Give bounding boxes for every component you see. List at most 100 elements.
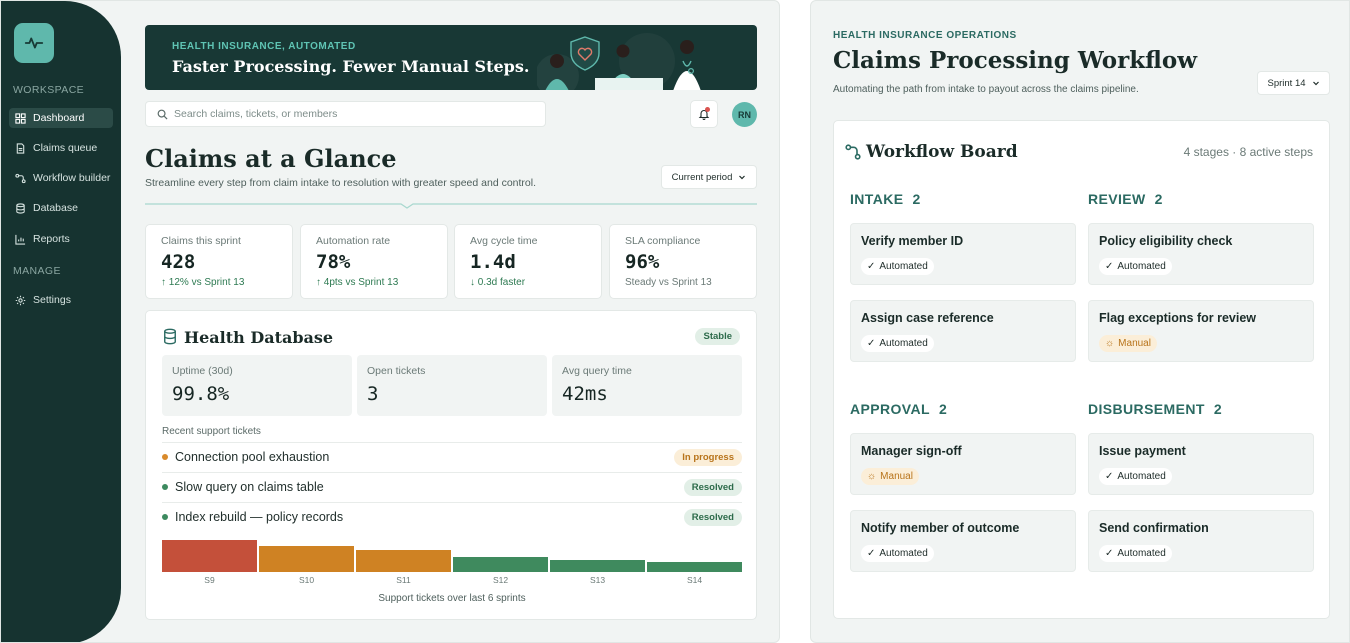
page-subtitle: Streamline every step from claim intake … bbox=[145, 177, 537, 189]
workflow-subtitle: Automating the path from intake to payou… bbox=[833, 84, 1139, 95]
sidebar-item-claims-queue[interactable]: Claims queue bbox=[9, 138, 113, 158]
kpi-label: Claims this sprint bbox=[161, 235, 241, 247]
pulse-icon bbox=[24, 37, 44, 49]
sidebar-item-label: Reports bbox=[33, 233, 70, 245]
database-icon bbox=[16, 202, 25, 214]
sidebar-item-database[interactable]: Database bbox=[9, 198, 113, 218]
ticket-title: Slow query on claims table bbox=[175, 480, 324, 494]
promo-banner: HEALTH INSURANCE, AUTOMATED Faster Proce… bbox=[145, 25, 757, 90]
gear-icon bbox=[15, 295, 26, 305]
kpi-label: Automation rate bbox=[316, 235, 391, 247]
ticket-row[interactable]: Connection pool exhaustion In progress bbox=[162, 442, 742, 471]
chart-icon bbox=[15, 234, 26, 245]
step-card[interactable]: Notify member of outcome ✓ Automated bbox=[850, 510, 1076, 572]
chevron-down-icon bbox=[1312, 81, 1319, 86]
step-card[interactable]: Send confirmation ✓ Automated bbox=[1088, 510, 1314, 572]
sidebar-item-label: Settings bbox=[33, 294, 71, 306]
check-icon: ✓ bbox=[1105, 471, 1114, 482]
ticket-status-dot bbox=[162, 514, 168, 520]
stage-count: 2 bbox=[912, 191, 921, 207]
kpi-avg-cycle-time: Avg cycle time 1.4d ↓ 0.3d faster bbox=[454, 224, 602, 299]
step-card[interactable]: Verify member ID ✓ Automated bbox=[850, 223, 1076, 285]
sidebar: WORKSPACE Dashboard Claims queue Workflo… bbox=[1, 1, 121, 642]
manual-icon: ☼ bbox=[867, 471, 877, 482]
chart-x-label: S13 bbox=[589, 575, 606, 585]
workflow-panel: HEALTH INSURANCE OPERATIONS Claims Proce… bbox=[810, 0, 1350, 643]
sidebar-item-reports[interactable]: Reports bbox=[9, 229, 113, 249]
stage-name: REVIEW bbox=[1088, 191, 1146, 207]
header-divider bbox=[145, 203, 757, 209]
ticket-row[interactable]: Slow query on claims table Resolved bbox=[162, 472, 742, 501]
ticket-row[interactable]: Index rebuild — policy records Resolved bbox=[162, 502, 742, 531]
stage-header-intake: INTAKE 2 bbox=[850, 191, 921, 207]
sprint-selector[interactable]: Sprint 14 bbox=[1257, 71, 1330, 95]
stat-value: 3 bbox=[367, 383, 379, 405]
sidebar-item-label: Workflow builder bbox=[33, 172, 111, 184]
ticket-status-dot bbox=[162, 454, 168, 460]
sidebar-item-label: Claims queue bbox=[33, 142, 98, 154]
step-mode-chip: ☼ Manual bbox=[861, 468, 919, 485]
chart-x-label: S14 bbox=[686, 575, 703, 585]
step-title: Assign case reference bbox=[861, 311, 994, 325]
stat-value: 99.8% bbox=[172, 383, 230, 405]
notifications-button[interactable] bbox=[690, 100, 718, 128]
step-mode: Automated bbox=[1117, 548, 1166, 559]
step-mode-chip: ✓ Automated bbox=[1099, 468, 1172, 485]
workflow-kicker: HEALTH INSURANCE OPERATIONS bbox=[833, 30, 1017, 41]
step-card[interactable]: Assign case reference ✓ Automated bbox=[850, 300, 1076, 362]
chart-bar-s9 bbox=[162, 540, 257, 572]
step-title: Send confirmation bbox=[1099, 521, 1209, 535]
kpi-delta: Steady vs Sprint 13 bbox=[625, 277, 712, 288]
manual-icon: ☼ bbox=[1105, 338, 1115, 349]
sidebar-section-manage: MANAGE bbox=[13, 265, 61, 277]
step-card[interactable]: Manager sign-off ☼ Manual bbox=[850, 433, 1076, 495]
step-mode: Manual bbox=[1118, 338, 1151, 349]
step-mode: Automated bbox=[1117, 261, 1166, 272]
kpi-sla-compliance: SLA compliance 96% Steady vs Sprint 13 bbox=[609, 224, 757, 299]
sidebar-item-workflow-builder[interactable]: Workflow builder bbox=[9, 168, 113, 188]
app-logo[interactable] bbox=[14, 23, 54, 63]
health-database-card: Health Database Stable Uptime (30d) 99.8… bbox=[145, 310, 757, 620]
grid-icon bbox=[15, 112, 26, 124]
period-selector[interactable]: Current period bbox=[661, 165, 757, 189]
workflow-icon bbox=[15, 173, 26, 183]
check-icon: ✓ bbox=[867, 548, 876, 559]
chart-bar-s14 bbox=[647, 562, 742, 572]
sidebar-item-settings[interactable]: Settings bbox=[9, 290, 113, 310]
search-bar[interactable] bbox=[145, 101, 546, 127]
database-title: Health Database bbox=[184, 328, 334, 347]
step-card[interactable]: Policy eligibility check ✓ Automated bbox=[1088, 223, 1314, 285]
check-icon: ✓ bbox=[1105, 261, 1114, 272]
kpi-automation-rate: Automation rate 78% ↑ 4pts vs Sprint 13 bbox=[300, 224, 448, 299]
ticket-title: Index rebuild — policy records bbox=[175, 510, 344, 524]
chart-caption: Support tickets over last 6 sprints bbox=[378, 593, 526, 604]
stat-label: Uptime (30d) bbox=[172, 365, 233, 377]
search-input[interactable] bbox=[174, 108, 534, 120]
healthcare-illustration bbox=[537, 33, 701, 90]
kpi-value: 96% bbox=[625, 251, 660, 273]
step-card[interactable]: Issue payment ✓ Automated bbox=[1088, 433, 1314, 495]
ticket-status-badge: Resolved bbox=[683, 478, 742, 496]
ticket-title: Connection pool exhaustion bbox=[175, 450, 330, 464]
stat-open-tickets: Open tickets 3 bbox=[357, 355, 547, 416]
step-card[interactable]: Flag exceptions for review ☼ Manual bbox=[1088, 300, 1314, 362]
step-title: Issue payment bbox=[1099, 444, 1186, 458]
chart-x-label: S12 bbox=[492, 575, 509, 585]
step-mode: Automated bbox=[879, 548, 928, 559]
stage-name: APPROVAL bbox=[850, 401, 930, 417]
ticket-status-badge: In progress bbox=[674, 448, 742, 466]
stat-uptime: Uptime (30d) 99.8% bbox=[162, 355, 352, 416]
sidebar-item-label: Database bbox=[33, 202, 78, 214]
ticket-status-badge: Resolved bbox=[683, 508, 742, 526]
user-avatar[interactable]: RN bbox=[732, 102, 757, 127]
sidebar-item-dashboard[interactable]: Dashboard bbox=[9, 108, 113, 128]
step-mode-chip: ✓ Automated bbox=[1099, 545, 1172, 562]
stage-header-review: REVIEW 2 bbox=[1088, 191, 1163, 207]
chevron-down-icon bbox=[739, 175, 746, 180]
check-icon: ✓ bbox=[867, 261, 876, 272]
step-mode-chip: ☼ Manual bbox=[1099, 335, 1157, 352]
file-icon bbox=[16, 142, 25, 154]
step-title: Policy eligibility check bbox=[1099, 234, 1233, 248]
stage-header-disbursement: DISBURSEMENT 2 bbox=[1088, 401, 1222, 417]
kpi-value: 428 bbox=[161, 251, 196, 273]
